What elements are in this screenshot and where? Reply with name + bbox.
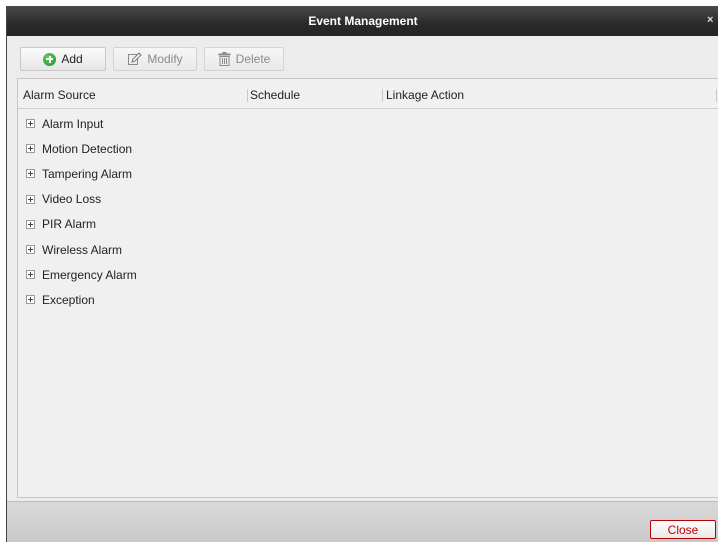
modify-button[interactable]: Modify (113, 47, 197, 71)
trash-icon (218, 52, 231, 66)
delete-button-label: Delete (235, 52, 271, 66)
dialog-footer: Close (7, 501, 718, 542)
edit-icon (128, 52, 143, 65)
modify-button-label: Modify (147, 52, 183, 66)
close-icon[interactable]: × (707, 14, 717, 26)
title-bar: Event Management × (7, 6, 718, 36)
tree-row-motion-detection[interactable]: Motion Detection (18, 136, 718, 161)
expand-icon[interactable] (26, 194, 35, 204)
add-icon (43, 52, 57, 66)
tree-row-pir-alarm[interactable]: PIR Alarm (18, 212, 718, 237)
dialog-title: Event Management (308, 14, 418, 28)
tree-item-label: Alarm Input (42, 116, 104, 131)
close-button[interactable]: Close (650, 520, 716, 539)
tree-item-label: Wireless Alarm (42, 242, 123, 257)
expand-icon[interactable] (26, 169, 35, 179)
column-divider[interactable] (382, 89, 383, 102)
column-header-alarm-source[interactable]: Alarm Source (23, 88, 96, 102)
expand-icon[interactable] (26, 119, 35, 129)
tree-item-label: Exception (42, 292, 95, 307)
expand-icon[interactable] (26, 219, 35, 229)
tree-row-video-loss[interactable]: Video Loss (18, 187, 718, 212)
tree-item-label: PIR Alarm (42, 217, 97, 232)
toolbar: Add Modify Delete (7, 36, 718, 76)
add-button[interactable]: Add (20, 47, 106, 71)
column-header-linkage-action[interactable]: Linkage Action (386, 88, 464, 102)
tree-row-wireless-alarm[interactable]: Wireless Alarm (18, 237, 718, 262)
column-divider[interactable] (716, 89, 717, 102)
tree-item-label: Video Loss (42, 192, 102, 207)
tree-row-tampering-alarm[interactable]: Tampering Alarm (18, 161, 718, 186)
expand-icon[interactable] (26, 270, 35, 280)
alarm-source-tree: Alarm Input Motion Detection Tampering A… (18, 111, 718, 313)
alarm-table: Alarm Source Schedule Linkage Action Ala… (17, 78, 718, 498)
add-button-label: Add (61, 52, 83, 66)
table-header: Alarm Source Schedule Linkage Action (18, 79, 718, 109)
expand-icon[interactable] (26, 245, 35, 255)
tree-row-exception[interactable]: Exception (18, 287, 718, 312)
column-header-schedule[interactable]: Schedule (250, 88, 300, 102)
tree-item-label: Tampering Alarm (42, 166, 133, 181)
tree-row-alarm-input[interactable]: Alarm Input (18, 111, 718, 136)
event-management-dialog: Event Management × Add Modify Delete Ala… (6, 6, 718, 542)
tree-row-emergency-alarm[interactable]: Emergency Alarm (18, 262, 718, 287)
tree-item-label: Emergency Alarm (42, 267, 137, 282)
expand-icon[interactable] (26, 295, 35, 305)
column-divider[interactable] (247, 89, 248, 102)
expand-icon[interactable] (26, 144, 35, 154)
tree-item-label: Motion Detection (42, 141, 133, 156)
delete-button[interactable]: Delete (204, 47, 284, 71)
